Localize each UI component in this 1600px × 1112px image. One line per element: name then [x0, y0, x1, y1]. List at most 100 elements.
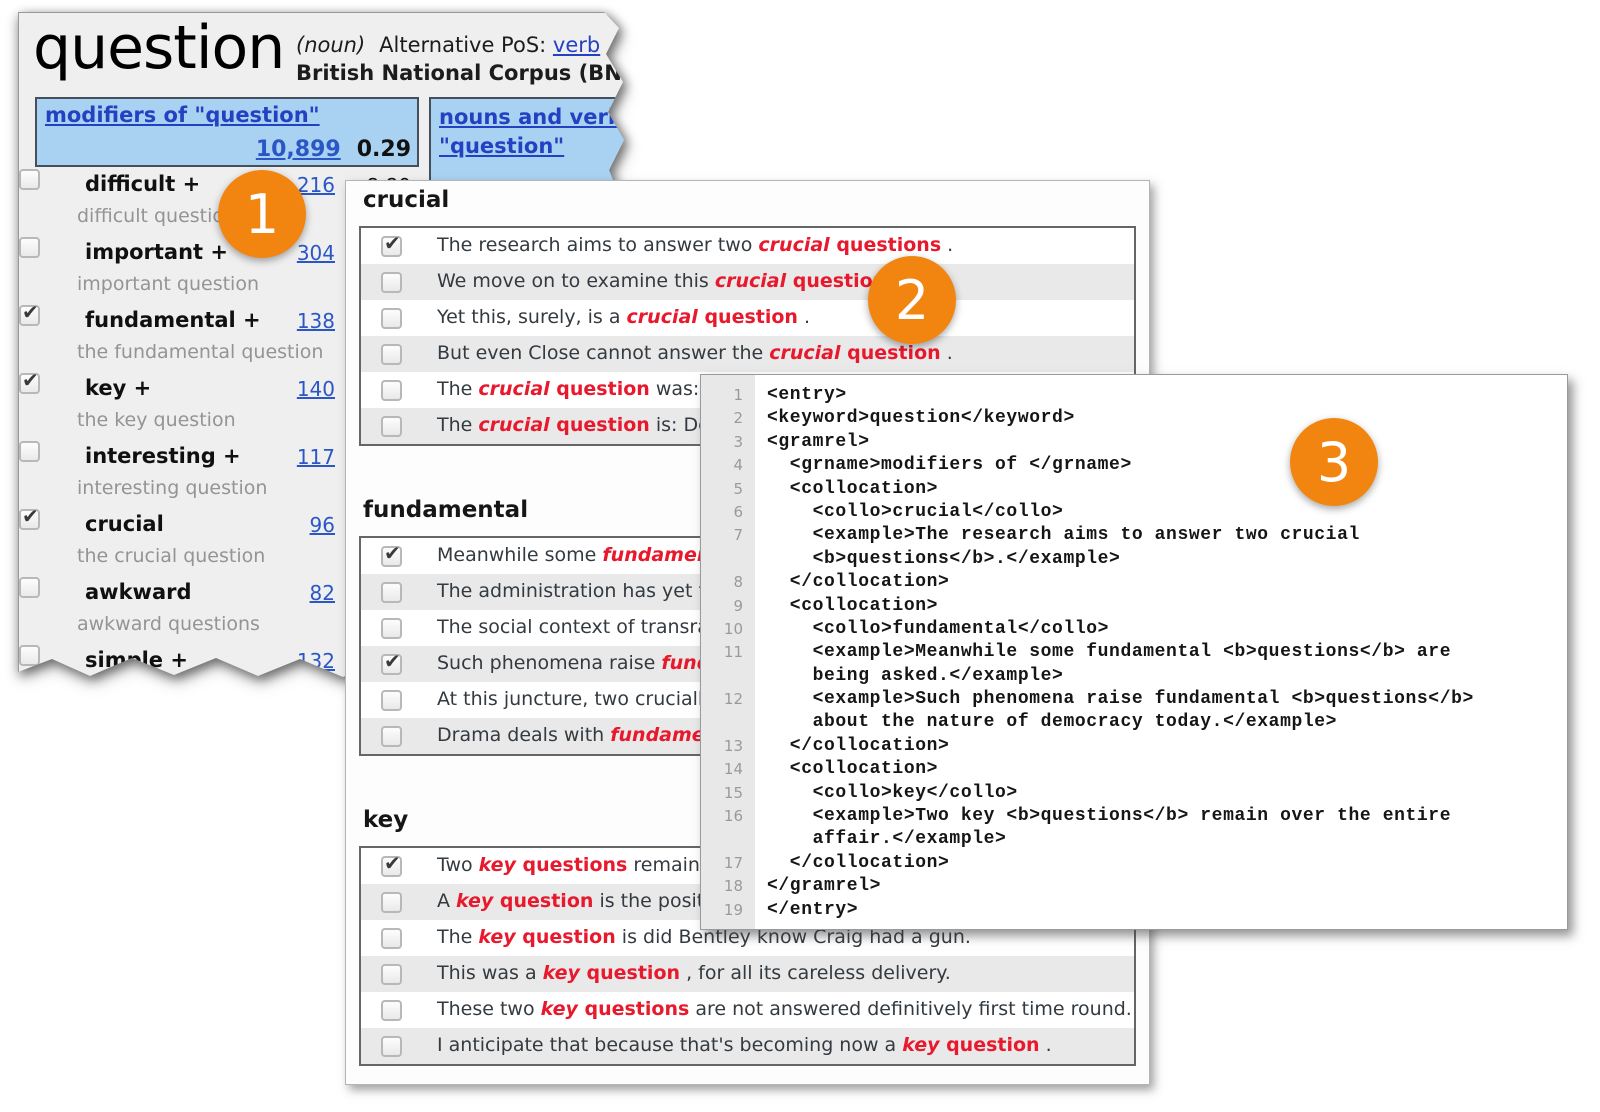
modifier-checkbox[interactable] [19, 237, 40, 258]
code-line: 15 <collo>key</collo> [701, 782, 1567, 805]
code-text: <collo>crucial</collo> [755, 501, 1063, 524]
code-line: 5 <collocation> [701, 478, 1567, 501]
code-line: 11 <example>Meanwhile some fundamental <… [701, 641, 1567, 664]
frequency-link[interactable]: 96 [237, 513, 335, 537]
corpus-name: British National Corpus (BNC) [296, 59, 641, 87]
line-number: 11 [701, 641, 755, 664]
code-line: 14 <collocation> [701, 758, 1567, 781]
concordance-sentence: The research aims to answer two crucial … [437, 234, 953, 256]
line-number: 18 [701, 875, 755, 898]
code-text: <example>Such phenomena raise fundamenta… [755, 688, 1474, 711]
line-number [701, 711, 755, 734]
step-badge-3: 3 [1290, 418, 1378, 506]
collocate-word: awkward [85, 580, 192, 604]
example-phrase: awkward questions [77, 613, 260, 635]
code-text: <example>Meanwhile some fundamental <b>q… [755, 641, 1451, 664]
modifier-checkbox[interactable] [19, 373, 40, 394]
frequency-link[interactable]: 117 [237, 445, 335, 469]
line-number: 5 [701, 478, 755, 501]
modifiers-title-link[interactable]: modifiers of "question" [45, 103, 320, 127]
sentence-checkbox[interactable] [381, 308, 402, 329]
collocate-word: difficult + [85, 172, 200, 196]
concordance-row: This was a key question , for all its ca… [361, 956, 1134, 992]
example-phrase: interesting question [77, 477, 267, 499]
sentence-checkbox[interactable] [381, 690, 402, 711]
sentence-checkbox[interactable] [381, 344, 402, 365]
concordance-row: We move on to examine this crucial quest… [361, 264, 1134, 300]
step-badge-2: 2 [868, 256, 956, 344]
line-number: 2 [701, 407, 755, 430]
code-text: </collocation> [755, 571, 949, 594]
code-text: about the nature of democracy today.</ex… [755, 711, 1337, 734]
sentence-checkbox[interactable] [381, 272, 402, 293]
collocate-word: important + [85, 240, 228, 264]
code-line: about the nature of democracy today.</ex… [701, 711, 1567, 734]
frequency-link[interactable]: 140 [237, 377, 335, 401]
sentence-checkbox[interactable] [381, 928, 402, 949]
line-number: 16 [701, 805, 755, 828]
concordance-sentence: I anticipate that because that's becomin… [437, 1034, 1052, 1056]
concordance-row: I anticipate that because that's becomin… [361, 1028, 1134, 1064]
sentence-checkbox[interactable] [381, 654, 402, 675]
modifier-checkbox[interactable] [19, 441, 40, 462]
modifier-checkbox[interactable] [19, 645, 40, 666]
concordance-row: Yet this, surely, is a crucial question … [361, 300, 1134, 336]
sentence-checkbox[interactable] [381, 1036, 402, 1057]
frequency-link[interactable]: 132 [237, 649, 335, 673]
code-line: affair.</example> [701, 828, 1567, 851]
line-number: 4 [701, 454, 755, 477]
modifiers-header-box: modifiers of "question" 10,8990.29 [35, 97, 419, 167]
code-line: being asked.</example> [701, 665, 1567, 688]
concordance-sentence: This was a key question , for all its ca… [437, 962, 951, 984]
code-line: 16 <example>Two key <b>questions</b> rem… [701, 805, 1567, 828]
example-phrase: the fundamental question [77, 341, 323, 363]
modifiers-total-link[interactable]: 10,899 [256, 137, 341, 162]
sentence-checkbox[interactable] [381, 582, 402, 603]
example-phrase: the key question [77, 409, 236, 431]
modifiers-stats: 10,8990.29 [256, 137, 411, 162]
code-text: </entry> [755, 899, 858, 922]
code-line: <b>questions</b>.</example> [701, 548, 1567, 571]
sentence-checkbox[interactable] [381, 546, 402, 567]
line-number: 7 [701, 524, 755, 547]
sentence-checkbox[interactable] [381, 416, 402, 437]
concordance-sentence: These two key questions are not answered… [437, 998, 1132, 1020]
concordance-row: The research aims to answer two crucial … [361, 228, 1134, 264]
modifier-checkbox[interactable] [19, 305, 40, 326]
sentence-checkbox[interactable] [381, 1000, 402, 1021]
concordance-sentence: Yet this, surely, is a crucial question … [437, 306, 810, 328]
sentence-checkbox[interactable] [381, 618, 402, 639]
frequency-link[interactable]: 82 [237, 581, 335, 605]
modifier-checkbox[interactable] [19, 169, 40, 190]
line-number: 10 [701, 618, 755, 641]
sentence-checkbox[interactable] [381, 380, 402, 401]
step-badge-1: 1 [218, 170, 306, 258]
alt-pos-label: Alternative PoS: [379, 33, 546, 57]
nouns-verbs-title-link[interactable]: nouns and verb"question" [439, 103, 623, 161]
sentence-checkbox[interactable] [381, 892, 402, 913]
frequency-link[interactable]: 138 [237, 309, 335, 333]
sentence-checkbox[interactable] [381, 964, 402, 985]
collocate-word: crucial [85, 512, 164, 536]
code-line: 1<entry> [701, 384, 1567, 407]
line-number: 6 [701, 501, 755, 524]
sentence-checkbox[interactable] [381, 856, 402, 877]
code-line: 13 </collocation> [701, 735, 1567, 758]
code-text: <example>The research aims to answer two… [755, 524, 1360, 547]
code-text: being asked.</example> [755, 665, 1063, 688]
alt-pos-verb-link[interactable]: verb [553, 33, 600, 57]
code-text: </gramrel> [755, 875, 881, 898]
code-text: <collocation> [755, 478, 938, 501]
concordance-row: But even Close cannot answer the crucial… [361, 336, 1134, 372]
code-line: 2<keyword>question</keyword> [701, 407, 1567, 430]
sentence-checkbox[interactable] [381, 726, 402, 747]
collocate-word: interesting + [85, 444, 241, 468]
line-number [701, 828, 755, 851]
line-number: 19 [701, 899, 755, 922]
concordance-sentence: We move on to examine this crucial quest… [437, 270, 898, 292]
line-number: 15 [701, 782, 755, 805]
collocate-word: key + [85, 376, 151, 400]
sentence-checkbox[interactable] [381, 236, 402, 257]
modifier-checkbox[interactable] [19, 577, 40, 598]
modifier-checkbox[interactable] [19, 509, 40, 530]
